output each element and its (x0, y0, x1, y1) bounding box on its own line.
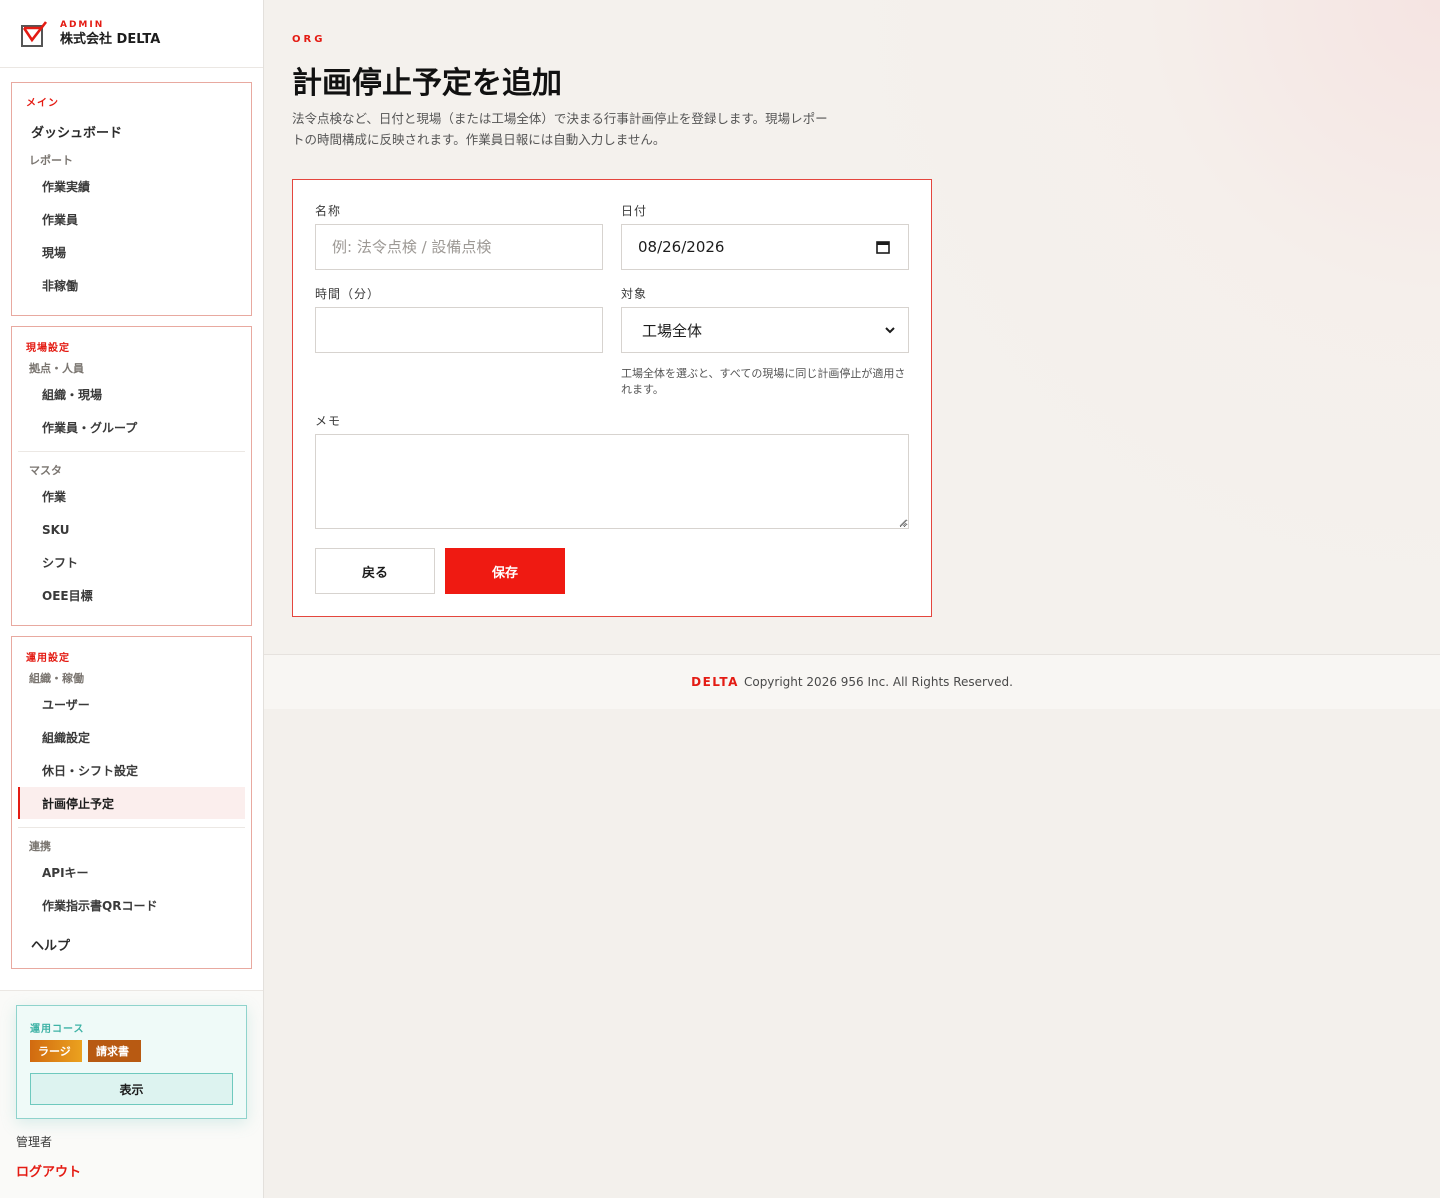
sidebar-item-users[interactable]: ユーザー (18, 688, 245, 720)
group-title-site: 現場設定 (26, 343, 70, 354)
group-title-ops: 運用設定 (26, 653, 70, 664)
memo-textarea[interactable] (315, 434, 909, 529)
target-value: 工場全体 (642, 321, 703, 340)
page-kicker: ORG (292, 34, 326, 45)
save-button[interactable]: 保存 (445, 548, 565, 594)
footer: DELTA Copyright 2026 956 Inc. All Rights… (264, 654, 1440, 709)
sidebar-item-org-sites[interactable]: 組織・現場 (18, 378, 245, 410)
brand-name: 株式会社 DELTA (60, 32, 161, 47)
back-button[interactable]: 戻る (315, 548, 435, 594)
user-role: 管理者 (16, 1135, 53, 1149)
nav-divider (18, 827, 245, 828)
sidebar-item-sites[interactable]: 現場 (18, 236, 245, 268)
minutes-label: 時間（分） (315, 287, 381, 301)
page-description: 法令点検など、日付と現場（または工場全体）で決まる行事計画停止を登録します。現場… (292, 111, 828, 147)
chevron-down-icon[interactable] (884, 325, 896, 335)
target-label: 対象 (621, 287, 648, 301)
target-hint: 工場全体を選ぶと、すべての現場に同じ計画停止が適用されます。 (621, 367, 906, 396)
resize-handle-icon[interactable] (899, 519, 907, 527)
course-panel: 運用コース ラージ 請求書 表示 (16, 1005, 247, 1119)
footer-copyright: Copyright 2026 956 Inc. All Rights Reser… (743, 675, 1013, 689)
target-select[interactable]: 工場全体 (621, 307, 909, 353)
sidebar-item-sku[interactable]: SKU (18, 514, 245, 546)
sub-title-report: レポート (29, 154, 73, 167)
sidebar: ADMIN 株式会社 DELTA メイン ダッシュボード レポート 作業実績 作… (0, 0, 264, 1198)
sidebar-item-tasks[interactable]: 作業 (18, 480, 245, 512)
sidebar-item-api-keys[interactable]: APIキー (18, 856, 245, 888)
date-label: 日付 (621, 204, 648, 218)
sub-title-integration: 連携 (29, 840, 51, 853)
group-title-main: メイン (26, 98, 59, 109)
sub-title-master: マスタ (29, 464, 62, 477)
memo-label: メモ (315, 414, 342, 428)
footer-brand: DELTA (691, 675, 739, 689)
date-input[interactable]: 08/26/2026 (621, 224, 909, 270)
minutes-input[interactable] (315, 307, 603, 353)
plan-badge: ラージ (30, 1040, 82, 1062)
sub-title-org: 組織・稼働 (29, 672, 84, 685)
sidebar-item-holiday-shift[interactable]: 休日・シフト設定 (18, 754, 245, 786)
sidebar-item-planned-stops[interactable]: 計画停止予定 (18, 787, 245, 819)
planned-stop-form: 名称 日付 08/26/2026 時間（分） 対象 工場全体 工場全体を選ぶと、… (292, 179, 932, 617)
sub-title-base: 拠点・人員 (29, 362, 84, 375)
page-title: 計画停止予定を追加 (292, 66, 562, 101)
sidebar-item-work-results[interactable]: 作業実績 (18, 170, 245, 202)
sidebar-item-help[interactable]: ヘルプ (31, 935, 70, 954)
nav-group-ops: 運用設定 組織・稼働 ユーザー 組織設定 休日・シフト設定 計画停止予定 連携 … (11, 636, 252, 969)
course-title: 運用コース (30, 1024, 85, 1035)
course-show-button[interactable]: 表示 (30, 1073, 233, 1105)
nav-group-site: 現場設定 拠点・人員 組織・現場 作業員・グループ マスタ 作業 SKU シフト… (11, 326, 252, 626)
sidebar-item-work-order-qr[interactable]: 作業指示書QRコード (18, 889, 245, 921)
sidebar-item-dashboard[interactable]: ダッシュボード (31, 122, 122, 141)
logout-link[interactable]: ログアウト (16, 1161, 81, 1180)
sidebar-item-shifts[interactable]: シフト (18, 546, 245, 578)
main-content: ORG 計画停止予定を追加 法令点検など、日付と現場（または工場全体）で決まる行… (264, 0, 1440, 654)
brand-kicker: ADMIN (60, 20, 105, 30)
sidebar-item-non-operation[interactable]: 非稼働 (18, 269, 245, 301)
nav-group-main: メイン ダッシュボード レポート 作業実績 作業員 現場 非稼働 (11, 82, 252, 316)
sidebar-item-org-settings[interactable]: 組織設定 (18, 721, 245, 753)
name-label: 名称 (315, 204, 342, 218)
sidebar-bottom: 運用コース ラージ 請求書 表示 管理者 ログアウト (0, 990, 263, 1198)
name-input[interactable] (315, 224, 603, 270)
delta-logo-icon (21, 20, 48, 47)
brand: ADMIN 株式会社 DELTA (0, 0, 263, 68)
sidebar-item-oee-targets[interactable]: OEE目標 (18, 579, 245, 611)
sidebar-item-workers[interactable]: 作業員 (18, 203, 245, 235)
calendar-icon[interactable] (876, 240, 890, 254)
invoice-badge: 請求書 (88, 1040, 141, 1062)
date-value: 08/26/2026 (638, 238, 725, 256)
sidebar-item-worker-groups[interactable]: 作業員・グループ (18, 411, 245, 443)
nav-divider (18, 451, 245, 452)
